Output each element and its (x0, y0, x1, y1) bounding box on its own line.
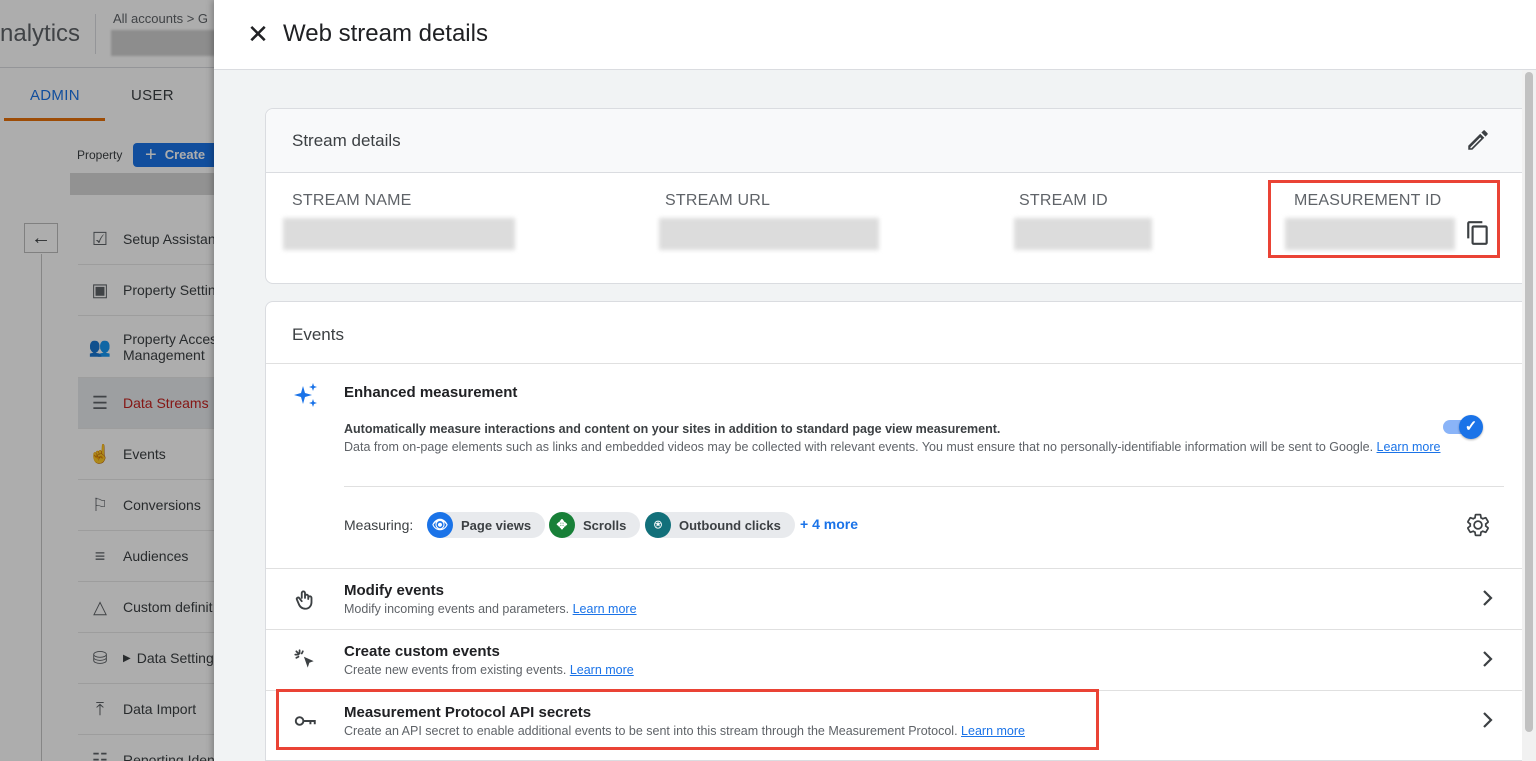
scroll-icon: ✥ (549, 512, 575, 538)
stream-details-card: Stream details STREAM NAME STREAM URL ST… (265, 108, 1530, 284)
close-button[interactable]: ✕ (244, 20, 272, 48)
row-subtitle-text: Modify incoming events and parameters. (344, 602, 570, 616)
divider (344, 486, 1504, 487)
drawer-header: ✕ Web stream details (214, 0, 1536, 70)
enhanced-measurement-summary: Automatically measure interactions and c… (344, 422, 1001, 436)
stream-details-title: Stream details (292, 131, 401, 150)
chip-label: Scrolls (583, 517, 627, 533)
stream-name-label: STREAM NAME (292, 192, 412, 209)
events-card: Events Enhanced measurement Automaticall… (265, 301, 1531, 761)
stream-url-label: STREAM URL (665, 192, 771, 209)
scrollbar[interactable] (1522, 70, 1536, 761)
chevron-right-icon (1483, 590, 1493, 606)
stream-name-value-redacted (283, 218, 515, 250)
copy-measurement-id-button[interactable] (1465, 219, 1491, 247)
enhanced-measurement-title: Enhanced measurement (344, 384, 518, 401)
enhanced-measurement-toggle[interactable]: ✓ (1443, 415, 1483, 439)
chip-page-views[interactable]: 👁 Page views (427, 512, 546, 538)
modal-scrim[interactable] (0, 0, 214, 761)
copy-icon (1467, 221, 1488, 245)
chip-scrolls[interactable]: ✥ Scrolls (549, 512, 641, 538)
eye-icon: 👁 (427, 512, 453, 538)
stream-id-value-redacted (1014, 218, 1152, 250)
enhanced-measurement-description: Data from on-page elements such as links… (344, 439, 1444, 457)
chevron-right-icon (1483, 712, 1493, 728)
sparkle-icon (294, 383, 317, 407)
chip-outbound-clicks[interactable]: ⍟ Outbound clicks (645, 512, 795, 538)
measuring-label: Measuring: (344, 517, 414, 533)
row-subtitle: Modify incoming events and parameters. L… (344, 602, 637, 616)
create-custom-events-row[interactable]: Create custom events Create new events f… (266, 629, 1531, 690)
measurement-id-value-redacted (1285, 218, 1455, 250)
chevron-right-icon (1483, 651, 1493, 667)
learn-more-link[interactable]: Learn more (961, 724, 1025, 738)
modify-events-row[interactable]: Modify events Modify incoming events and… (266, 568, 1531, 629)
close-icon: ✕ (247, 19, 269, 49)
stream-id-label: STREAM ID (1019, 192, 1108, 209)
row-subtitle: Create new events from existing events. … (344, 663, 634, 677)
touch-icon (295, 590, 313, 610)
row-title: Modify events (344, 582, 445, 599)
stream-url-value-redacted (659, 218, 879, 250)
measurement-id-label: MEASUREMENT ID (1294, 192, 1442, 209)
learn-more-link[interactable]: Learn more (570, 663, 634, 677)
chip-label: Page views (461, 517, 532, 533)
gear-icon (1467, 513, 1489, 537)
pencil-icon (1468, 130, 1488, 150)
row-subtitle-text: Create new events from existing events. (344, 663, 567, 677)
chip-label: Outbound clicks (679, 517, 781, 533)
stream-details-header: Stream details (266, 109, 1529, 173)
row-subtitle-text: Create an API secret to enable additiona… (344, 724, 958, 738)
row-subtitle: Create an API secret to enable additiona… (344, 724, 1025, 738)
scrollbar-thumb[interactable] (1525, 72, 1533, 732)
mouse-icon: ⍟ (645, 512, 671, 538)
events-title: Events (292, 325, 344, 344)
key-icon (294, 716, 316, 726)
learn-more-link[interactable]: Learn more (1377, 440, 1441, 454)
enhanced-measurement-settings-button[interactable] (1465, 512, 1491, 538)
more-metrics-link[interactable]: + 4 more (800, 516, 858, 532)
divider (266, 363, 1529, 364)
measurement-protocol-api-secrets-row[interactable]: Measurement Protocol API secrets Create … (266, 690, 1531, 751)
row-title: Create custom events (344, 643, 500, 660)
web-stream-details-drawer: ✕ Web stream details Stream details STRE… (214, 0, 1536, 761)
description-text: Data from on-page elements such as links… (344, 440, 1374, 454)
learn-more-link[interactable]: Learn more (573, 602, 637, 616)
drawer-title: Web stream details (283, 20, 488, 47)
check-icon: ✓ (1459, 415, 1483, 439)
edit-button[interactable] (1465, 127, 1491, 153)
row-title: Measurement Protocol API secrets (344, 704, 592, 721)
click-sparkle-icon (294, 649, 314, 668)
